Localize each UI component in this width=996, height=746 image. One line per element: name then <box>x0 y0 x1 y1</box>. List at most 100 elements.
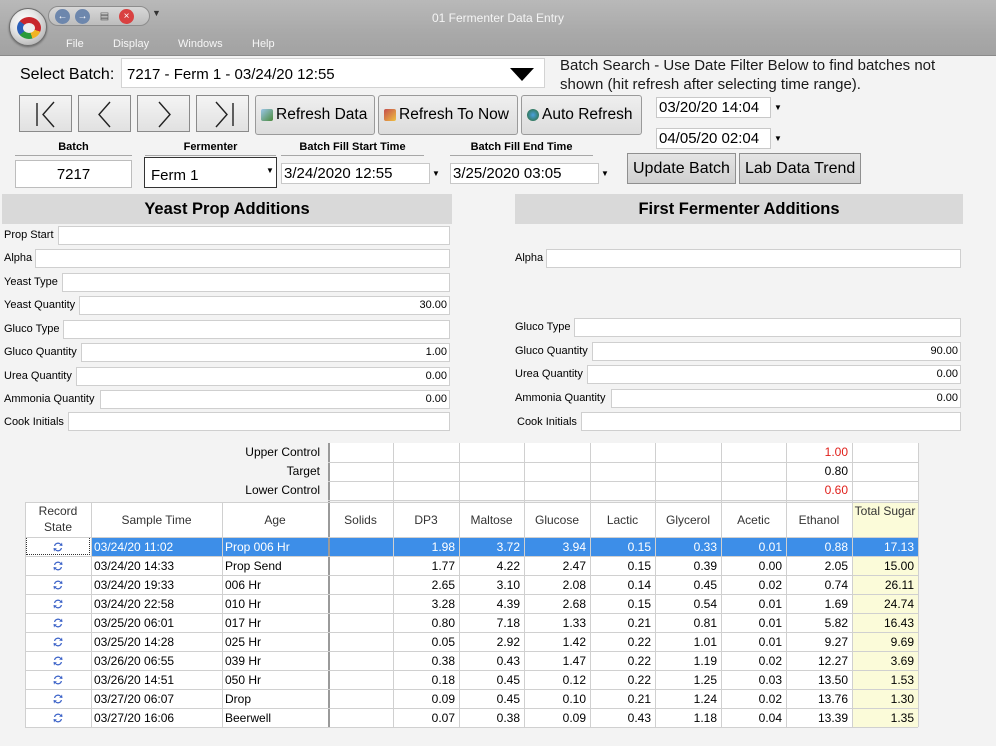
table-cell-acetic[interactable]: 0.02 <box>721 578 782 592</box>
table-cell-ethanol[interactable]: 12.27 <box>786 654 848 668</box>
fill-start-dropdown-icon[interactable]: ▼ <box>432 169 440 178</box>
table-cell-glucose[interactable]: 2.68 <box>524 597 586 611</box>
table-cell-lactic[interactable]: 0.15 <box>590 540 651 554</box>
table-cell-sample-time[interactable]: 03/24/20 11:02 <box>94 540 222 554</box>
table-cell-total-sugar[interactable]: 15.00 <box>852 559 914 573</box>
sync-icon[interactable] <box>52 559 64 571</box>
table-cell-acetic[interactable]: 0.00 <box>721 559 782 573</box>
yeast-type-field[interactable] <box>62 273 450 292</box>
table-cell-lactic[interactable]: 0.15 <box>590 597 651 611</box>
table-cell-maltose[interactable]: 3.72 <box>459 540 520 554</box>
column-header-maltose[interactable]: Maltose <box>459 512 524 528</box>
menu-file[interactable]: File <box>66 38 84 50</box>
table-cell-maltose[interactable]: 3.10 <box>459 578 520 592</box>
table-cell-glucose[interactable]: 1.33 <box>524 616 586 630</box>
table-cell-age[interactable]: 050 Hr <box>225 673 328 687</box>
yeast-quantity-field[interactable]: 30.00 <box>79 296 450 315</box>
sync-icon[interactable] <box>52 654 64 666</box>
last-record-button[interactable] <box>196 95 249 132</box>
table-cell-acetic[interactable]: 0.01 <box>721 635 782 649</box>
table-cell-age[interactable]: Prop 006 Hr <box>225 540 328 554</box>
table-cell-age[interactable]: Beerwell <box>225 711 328 725</box>
table-cell-glucose[interactable]: 1.47 <box>524 654 586 668</box>
table-cell-lactic[interactable]: 0.21 <box>590 692 651 706</box>
menu-help[interactable]: Help <box>252 38 275 50</box>
sync-icon[interactable] <box>52 616 64 628</box>
table-cell-glycerol[interactable]: 0.81 <box>655 616 717 630</box>
table-cell-lactic[interactable]: 0.14 <box>590 578 651 592</box>
table-cell-maltose[interactable]: 0.38 <box>459 711 520 725</box>
sync-icon[interactable] <box>52 540 64 552</box>
table-cell-age[interactable]: Drop <box>225 692 328 706</box>
table-cell-glycerol[interactable]: 1.25 <box>655 673 717 687</box>
table-cell-ethanol[interactable]: 13.39 <box>786 711 848 725</box>
table-cell-age[interactable]: 006 Hr <box>225 578 328 592</box>
table-cell-maltose[interactable]: 2.92 <box>459 635 520 649</box>
table-cell-glycerol[interactable]: 0.45 <box>655 578 717 592</box>
ff-cook-initials-field[interactable] <box>581 412 961 431</box>
auto-refresh-button[interactable]: Auto Refresh <box>521 95 642 135</box>
update-batch-button[interactable]: Update Batch <box>627 153 736 184</box>
batch-select-dropdown[interactable]: 7217 - Ferm 1 - 03/24/20 12:55 <box>121 58 545 88</box>
table-cell-total-sugar[interactable]: 9.69 <box>852 635 914 649</box>
table-cell-glycerol[interactable]: 1.24 <box>655 692 717 706</box>
table-cell-glucose[interactable]: 0.12 <box>524 673 586 687</box>
table-cell-total-sugar[interactable]: 26.11 <box>852 578 914 592</box>
table-cell-acetic[interactable]: 0.02 <box>721 692 782 706</box>
table-cell-total-sugar[interactable]: 24.74 <box>852 597 914 611</box>
table-cell-maltose[interactable]: 0.45 <box>459 692 520 706</box>
table-cell-lactic[interactable]: 0.21 <box>590 616 651 630</box>
alpha-field[interactable] <box>35 249 450 268</box>
gluco-type-field[interactable] <box>63 320 450 339</box>
column-header-acetic[interactable]: Acetic <box>721 512 786 528</box>
ff-urea-quantity-field[interactable]: 0.00 <box>587 365 961 384</box>
table-cell-dp3[interactable]: 0.80 <box>393 616 455 630</box>
sync-icon[interactable] <box>52 692 64 704</box>
table-cell-lactic[interactable]: 0.15 <box>590 559 651 573</box>
table-cell-glycerol[interactable]: 0.39 <box>655 559 717 573</box>
column-header-total-sugar[interactable]: Total Sugar <box>852 503 918 519</box>
column-header-sample-time[interactable]: Sample Time <box>91 512 222 528</box>
fermenter-dropdown-icon[interactable]: ▼ <box>266 166 274 175</box>
column-header-glycerol[interactable]: Glycerol <box>655 512 721 528</box>
column-header-ethanol[interactable]: Ethanol <box>786 512 852 528</box>
table-cell-sample-time[interactable]: 03/24/20 19:33 <box>94 578 222 592</box>
table-cell-sample-time[interactable]: 03/25/20 14:28 <box>94 635 222 649</box>
sync-icon[interactable] <box>52 673 64 685</box>
table-cell-age[interactable]: 039 Hr <box>225 654 328 668</box>
table-cell-total-sugar[interactable]: 1.53 <box>852 673 914 687</box>
table-cell-glucose[interactable]: 3.94 <box>524 540 586 554</box>
table-cell-age[interactable]: 025 Hr <box>225 635 328 649</box>
table-cell-glucose[interactable]: 0.09 <box>524 711 586 725</box>
cook-initials-field[interactable] <box>68 412 450 431</box>
table-cell-dp3[interactable]: 0.05 <box>393 635 455 649</box>
fermenter-dropdown[interactable]: Ferm 1 ▼ <box>144 157 277 188</box>
ff-ammonia-quantity-field[interactable]: 0.00 <box>611 389 961 408</box>
table-cell-sample-time[interactable]: 03/24/20 22:58 <box>94 597 222 611</box>
table-cell-glycerol[interactable]: 0.33 <box>655 540 717 554</box>
table-cell-lactic[interactable]: 0.22 <box>590 654 651 668</box>
table-cell-acetic[interactable]: 0.01 <box>721 616 782 630</box>
date-from-dropdown-icon[interactable]: ▼ <box>774 103 782 112</box>
sync-icon[interactable] <box>52 597 64 609</box>
ff-gluco-type-field[interactable] <box>574 318 961 337</box>
table-cell-total-sugar[interactable]: 17.13 <box>852 540 914 554</box>
table-cell-sample-time[interactable]: 03/25/20 06:01 <box>94 616 222 630</box>
menu-windows[interactable]: Windows <box>178 38 223 50</box>
table-cell-ethanol[interactable]: 13.50 <box>786 673 848 687</box>
table-cell-lactic[interactable]: 0.22 <box>590 635 651 649</box>
gluco-quantity-field[interactable]: 1.00 <box>81 343 450 362</box>
table-cell-total-sugar[interactable]: 3.69 <box>852 654 914 668</box>
table-cell-sample-time[interactable]: 03/26/20 06:55 <box>94 654 222 668</box>
refresh-data-button[interactable]: Refresh Data <box>255 95 375 135</box>
table-cell-ethanol[interactable]: 1.69 <box>786 597 848 611</box>
batch-number-field[interactable]: 7217 <box>15 160 132 188</box>
table-cell-glycerol[interactable]: 1.19 <box>655 654 717 668</box>
previous-record-button[interactable] <box>78 95 131 132</box>
table-cell-ethanol[interactable]: 13.76 <box>786 692 848 706</box>
table-cell-maltose[interactable]: 4.22 <box>459 559 520 573</box>
table-cell-dp3[interactable]: 1.77 <box>393 559 455 573</box>
prop-start-field[interactable] <box>58 226 450 245</box>
table-cell-ethanol[interactable]: 0.88 <box>786 540 848 554</box>
table-cell-sample-time[interactable]: 03/27/20 16:06 <box>94 711 222 725</box>
